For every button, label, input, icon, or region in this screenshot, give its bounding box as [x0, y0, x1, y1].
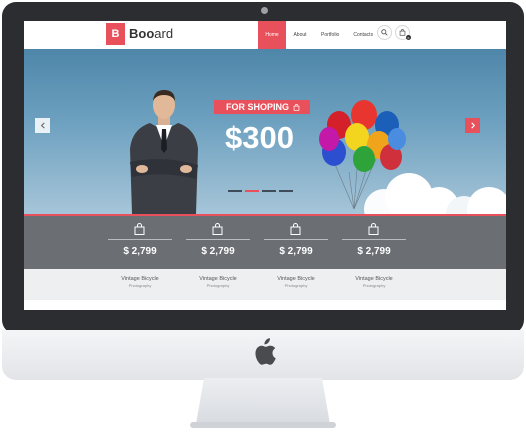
balloons-image [319, 100, 406, 210]
site-header: B Booard Home About Portfolio Contacts 0 [24, 21, 506, 49]
slider-pagination [228, 190, 293, 192]
product-card[interactable]: $ 2,799 [186, 216, 250, 269]
product-category: Photography [362, 283, 386, 288]
product-labels-row: Vintage Bicycle Photography Vintage Bicy… [24, 269, 506, 300]
screen: B Booard Home About Portfolio Contacts 0 [24, 21, 506, 310]
shopping-bag-icon [399, 29, 406, 36]
businessman-image [130, 90, 198, 214]
slider-dot[interactable] [279, 190, 293, 192]
product-divider [186, 239, 250, 240]
product-title: Vintage Bicycle [121, 276, 159, 282]
shopping-bag-icon [290, 223, 301, 235]
hero-price: $300 [225, 120, 294, 155]
hero-slider: FOR SHOPING $300 [24, 49, 506, 214]
product-label[interactable]: Vintage Bicycle Photography [186, 276, 250, 288]
monitor-stand [196, 378, 330, 424]
shopping-bag-icon [293, 103, 300, 111]
product-price: $ 2,799 [201, 246, 235, 257]
product-label[interactable]: Vintage Bicycle Photography [264, 276, 328, 288]
logo-mark[interactable]: B [106, 23, 125, 45]
slider-dot-active[interactable] [245, 190, 259, 192]
nav-item-about[interactable]: About [286, 21, 314, 49]
slider-prev-button[interactable] [35, 118, 50, 133]
product-card[interactable]: $ 2,799 [342, 216, 406, 269]
product-divider [108, 239, 172, 240]
product-category: Photography [128, 283, 152, 288]
cart-count-badge: 0 [406, 35, 411, 40]
slider-next-button[interactable] [465, 118, 480, 133]
monitor-stand-base [190, 422, 336, 428]
nav-item-contacts[interactable]: Contacts [346, 21, 380, 49]
nav-item-portfolio[interactable]: Portfolio [314, 21, 346, 49]
product-divider [342, 239, 406, 240]
product-category: Photography [284, 283, 308, 288]
apple-logo-icon [255, 338, 276, 365]
shopping-bag-icon [368, 223, 379, 235]
product-label[interactable]: Vintage Bicycle Photography [108, 276, 172, 288]
product-label[interactable]: Vintage Bicycle Photography [342, 276, 406, 288]
nav-item-home[interactable]: Home [258, 21, 286, 49]
product-card[interactable]: $ 2,799 [264, 216, 328, 269]
search-icon [381, 29, 388, 36]
product-price-bar: $ 2,799 $ 2,799 $ 2,799 $ 2,799 [24, 216, 506, 269]
product-category: Photography [206, 283, 230, 288]
cart-button[interactable]: 0 [395, 25, 411, 40]
product-price: $ 2,799 [279, 246, 313, 257]
logo-text[interactable]: Booard [129, 26, 173, 41]
chevron-right-icon [470, 122, 475, 129]
slider-dot[interactable] [228, 190, 242, 192]
product-price: $ 2,799 [357, 246, 391, 257]
product-title: Vintage Bicycle [355, 276, 393, 282]
product-price: $ 2,799 [123, 246, 157, 257]
search-button[interactable] [377, 25, 392, 40]
product-title: Vintage Bicycle [277, 276, 315, 282]
chevron-left-icon [40, 122, 45, 129]
product-card[interactable]: $ 2,799 [108, 216, 172, 269]
camera-dot [261, 7, 268, 14]
shopping-bag-icon [134, 223, 145, 235]
product-title: Vintage Bicycle [199, 276, 237, 282]
shopping-bag-icon [212, 223, 223, 235]
main-nav: Home About Portfolio Contacts [258, 21, 380, 49]
product-divider [264, 239, 328, 240]
promo-label: FOR SHOPING [214, 100, 310, 114]
slider-dot[interactable] [262, 190, 276, 192]
